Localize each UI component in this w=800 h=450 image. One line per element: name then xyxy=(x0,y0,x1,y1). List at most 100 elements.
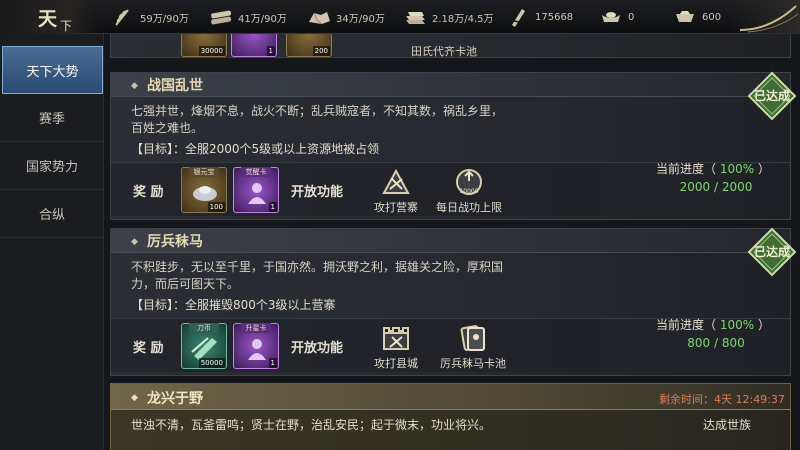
silver-ingot-icon xyxy=(672,6,698,28)
stone-icon xyxy=(306,6,332,28)
item-tag: 升星卡 xyxy=(241,323,271,333)
card-goal: 【目标】：全服摧毁800个3级以上营寨 xyxy=(131,298,336,312)
card-description: 不积跬步，无以至千里，于国亦然。拥沃野之利，据雄关之险，厚积国力，而后可图天下。 xyxy=(131,260,504,291)
card-title: 龙兴于野 xyxy=(147,391,203,407)
card-description: 世浊不清，瓦釜雷鸣；贤士在野，治乱安民；起于微末，功业将兴。 xyxy=(131,418,492,432)
progress-label: 当前进度（ 100% ） xyxy=(656,162,770,176)
trend-card-current: ◆ 龙兴于野 剩余时间：4天 12:49:37 世浊不清，瓦釜雷鸣；贤士在野，治… xyxy=(110,383,791,450)
resource-gold-value: 0 xyxy=(628,11,635,23)
progress-percent: 100% xyxy=(719,162,755,176)
feature-label-text: 攻打营寨 xyxy=(374,201,418,214)
sidebar-item-label: 合纵 xyxy=(38,208,65,223)
progress-label-text: 当前进度 xyxy=(656,318,705,332)
feature-label-text: 每日战功上限 xyxy=(436,201,502,214)
card-goal: 达成世族 xyxy=(703,418,752,432)
silver-ingot-icon xyxy=(193,186,217,201)
reward-item-silver-yuanbao[interactable]: 银元宝 100 xyxy=(181,167,227,213)
item-tag: 银元宝 xyxy=(189,167,219,177)
wood-icon xyxy=(208,6,234,28)
sidebar: 天下大势 赛季 国家势力 合纵 xyxy=(0,34,104,450)
reward-label: 奖 励 xyxy=(133,341,164,356)
resource-stone-value: 34万/90万 xyxy=(336,13,385,25)
resource-silver-value: 600 xyxy=(702,11,722,23)
card-pool-name: 田氏代齐卡池 xyxy=(411,45,477,58)
resource-copper[interactable]: 175668 xyxy=(505,0,573,34)
grain-icon xyxy=(110,6,136,28)
feature-attack-county[interactable]: 攻打县城 xyxy=(356,323,436,371)
feature-attack-camp[interactable]: 攻打营寨 xyxy=(356,167,436,215)
resource-wood[interactable]: 41万/90万 xyxy=(208,0,287,34)
logo-char-2: 下 xyxy=(60,19,73,33)
top-resource-bar: 天 下 59万/90万 41万/90万 34万/90万 2.18万/4.5万 1… xyxy=(0,0,800,34)
reward-item-partial-3[interactable]: 200 xyxy=(286,34,332,57)
sidebar-item-label: 国家势力 xyxy=(25,160,78,175)
reward-item-partial-2[interactable]: 1 xyxy=(231,34,277,57)
progress-value: 800 / 800 xyxy=(687,336,745,350)
feature-card-pool[interactable]: 厉兵秣马卡池 xyxy=(433,323,513,371)
feature-label-text: 厉兵秣马卡池 xyxy=(440,357,506,370)
sidebar-item-season[interactable]: 赛季 xyxy=(0,94,104,142)
item-count: 50000 xyxy=(198,358,225,368)
sidebar-item-label: 天下大势 xyxy=(26,64,79,80)
previous-card-partial: 30000 1 200 田氏代齐卡池 xyxy=(110,34,791,58)
attack-county-icon xyxy=(383,327,409,350)
sidebar-item-label: 赛季 xyxy=(38,112,65,127)
card-title: 厉兵秣马 xyxy=(147,234,203,250)
reward-item-awaken-card[interactable]: 觉醒卡 1 xyxy=(233,167,279,213)
general-portrait-icon xyxy=(248,339,266,360)
resource-stone[interactable]: 34万/90万 xyxy=(306,0,385,34)
resource-grain[interactable]: 59万/90万 xyxy=(110,0,189,34)
card-header: ◆ 厉兵秣马 xyxy=(111,229,790,253)
resource-silver[interactable]: 600 xyxy=(672,0,721,34)
bullet-icon: ◆ xyxy=(131,393,138,403)
sidebar-item-world-trend[interactable]: 天下大势 xyxy=(2,46,103,94)
progress-percent: 100% xyxy=(719,318,755,332)
sidebar-item-national-power[interactable]: 国家势力 xyxy=(0,142,104,190)
progress-label-text: 当前进度 xyxy=(656,162,705,176)
progress-value: 2000 / 2000 xyxy=(679,180,753,194)
game-logo[interactable]: 天 下 xyxy=(0,0,98,34)
attack-camp-icon xyxy=(382,168,410,194)
resource-grain-value: 59万/90万 xyxy=(140,13,189,25)
feature-label: 开放功能 xyxy=(291,341,344,356)
item-count: 1 xyxy=(268,202,277,212)
progress-label: 当前进度（ 100% ） xyxy=(656,318,770,332)
resource-gold[interactable]: 0 xyxy=(598,0,634,34)
resource-iron-value: 2.18万/4.5万 xyxy=(432,13,494,25)
merit-cap-number: 10000 xyxy=(459,188,478,195)
achieved-badge: 已达成 xyxy=(747,71,797,121)
bullet-icon: ◆ xyxy=(131,81,138,91)
item-count: 1 xyxy=(268,358,277,368)
logo-char-1: 天 xyxy=(38,8,58,30)
feature-label-text: 攻打县城 xyxy=(374,357,418,370)
remaining-time: 剩余时间：4天 12:49:37 xyxy=(659,393,785,406)
reward-item-knife-coin[interactable]: 刀币 50000 xyxy=(181,323,227,369)
top-right-ornament xyxy=(730,0,800,34)
reward-item-partial-1[interactable]: 30000 xyxy=(181,34,227,57)
gold-ingot-icon xyxy=(598,6,624,28)
card-title: 战国乱世 xyxy=(147,78,203,94)
general-portrait-icon xyxy=(248,183,266,204)
card-pool-icon xyxy=(460,325,485,351)
bullet-icon: ◆ xyxy=(131,237,138,247)
card-header: ◆ 龙兴于野 剩余时间：4天 12:49:37 xyxy=(111,384,790,410)
feature-daily-merit-cap[interactable]: 10000 每日战功上限 xyxy=(429,167,509,215)
trend-card-1: ◆ 战国乱世 七强并世，烽烟不息，战火不断；乱兵贼寇者，不知其数，祸乱乡里，百姓… xyxy=(110,71,797,220)
achieved-badge-text: 已达成 xyxy=(753,89,790,103)
feature-label: 开放功能 xyxy=(291,185,344,200)
card-header: ◆ 战国乱世 xyxy=(111,73,790,97)
achieved-badge: 已达成 xyxy=(747,227,797,277)
resource-wood-value: 41万/90万 xyxy=(238,13,287,25)
copper-coin-icon xyxy=(505,6,531,28)
sidebar-item-alliance[interactable]: 合纵 xyxy=(0,190,104,238)
resource-copper-value: 175668 xyxy=(535,11,574,23)
item-count: 1 xyxy=(266,46,275,56)
reward-item-star-up-card[interactable]: 升星卡 1 xyxy=(233,323,279,369)
item-tag: 觉醒卡 xyxy=(241,167,271,177)
item-count: 30000 xyxy=(198,46,225,56)
achieved-badge-text: 已达成 xyxy=(753,245,790,259)
card-description: 七强并世，烽烟不息，战火不断；乱兵贼寇者，不知其数，祸乱乡里，百姓之难也。 xyxy=(131,104,504,135)
card-goal: 【目标】：全服2000个5级或以上资源地被占领 xyxy=(131,142,380,156)
knife-coin-icon xyxy=(191,337,217,360)
resource-iron[interactable]: 2.18万/4.5万 xyxy=(402,0,494,34)
